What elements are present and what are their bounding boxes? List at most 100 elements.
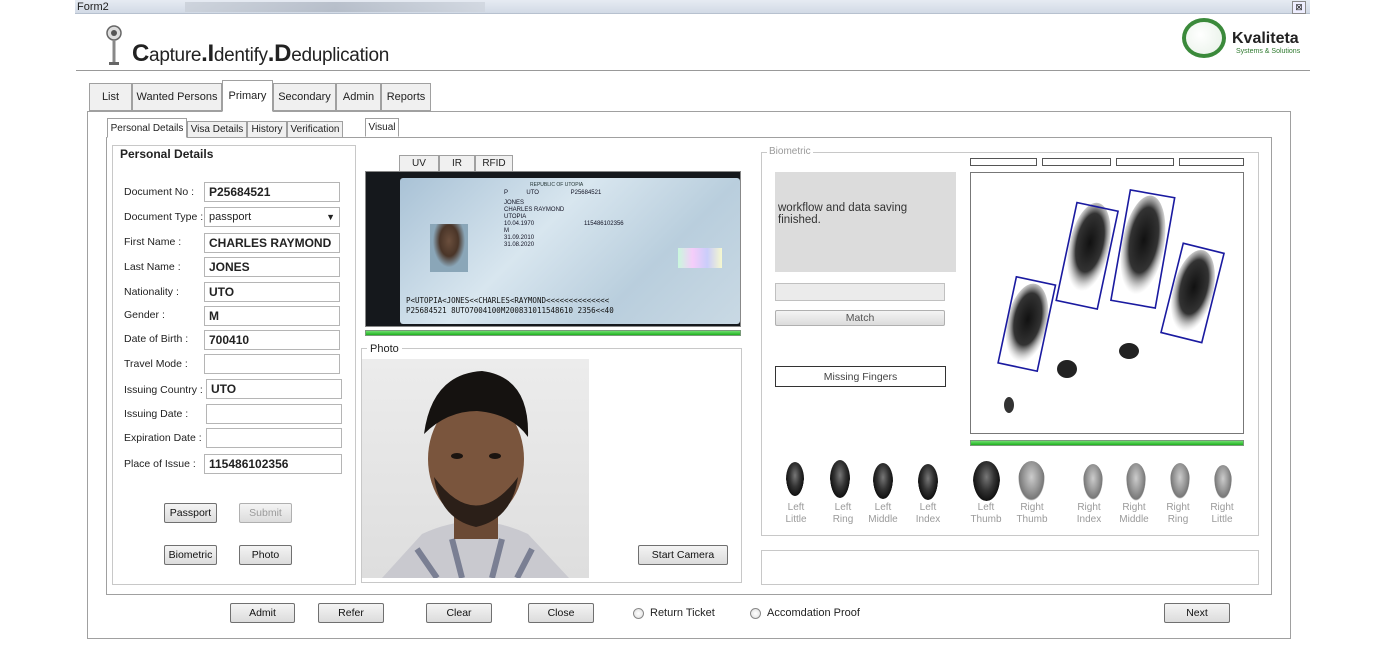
label-issuing-date: Issuing Date : [124, 408, 189, 420]
start-camera-button[interactable]: Start Camera [638, 545, 728, 565]
label-document-type: Document Type : [124, 211, 204, 223]
clear-button[interactable]: Clear [426, 603, 492, 623]
tab-secondary[interactable]: Secondary [273, 83, 336, 111]
right-index-fingerprint-icon[interactable] [1083, 464, 1103, 500]
tab-list[interactable]: List [89, 83, 132, 111]
accomodation-proof-label[interactable]: Accomdation Proof [767, 607, 860, 619]
title-bar-blur [185, 2, 485, 12]
travel-mode-field[interactable] [204, 354, 340, 374]
finger-label-right-ring: Right Ring [1166, 502, 1190, 525]
passport-data-block: P UTO P25684521 JONES CHARLES RAYMOND UT… [504, 190, 624, 248]
passport-button[interactable]: Passport [164, 503, 217, 523]
person-portrait [382, 371, 569, 580]
match-result-field[interactable] [775, 283, 945, 301]
finger-label-right-middle: Right Middle [1119, 502, 1149, 525]
right-little-fingerprint-icon[interactable] [1214, 465, 1232, 499]
passport-page: REPUBLIC OF UTOPIA P UTO P25684521 JONES… [400, 178, 740, 324]
tab-primary[interactable]: Primary [222, 80, 273, 112]
mrz-lines: P<UTOPIA<JONES<<CHARLES<RAYMOND<<<<<<<<<… [406, 296, 614, 315]
place-of-issue-field[interactable]: 115486102356 [204, 454, 342, 474]
window-title: Form2 [77, 1, 109, 13]
left-thumb-fingerprint-icon[interactable] [973, 461, 1000, 501]
left-little-fingerprint-icon[interactable] [786, 462, 804, 496]
expiration-date-field[interactable] [206, 428, 342, 448]
issuing-country-field[interactable]: UTO [206, 379, 342, 399]
tab-personal-details[interactable]: Personal Details [107, 118, 187, 138]
document-no-field[interactable]: P25684521 [204, 182, 340, 202]
document-type-select[interactable]: passport ▼ [204, 207, 340, 227]
window-title-bar: Form2 ⊠ [75, 0, 1310, 14]
submit-button[interactable]: Submit [239, 503, 292, 523]
photo-button[interactable]: Photo [239, 545, 292, 565]
return-ticket-radio[interactable] [633, 608, 644, 619]
document-type-value: passport [209, 211, 252, 223]
company-logo-sub: Systems & Solutions [1236, 48, 1301, 55]
right-thumb-fingerprint-icon[interactable] [1018, 461, 1045, 501]
left-index-fingerprint-icon[interactable] [918, 464, 938, 500]
left-middle-fingerprint-icon[interactable] [873, 463, 893, 499]
tab-ir[interactable]: IR [439, 155, 475, 172]
refer-button[interactable]: Refer [318, 603, 384, 623]
finger-label-left-thumb: Left Thumb [970, 502, 1002, 525]
finger-label-right-thumb: Right Thumb [1016, 502, 1048, 525]
nationality-field[interactable]: UTO [204, 282, 340, 302]
passport-scan-image: REPUBLIC OF UTOPIA P UTO P25684521 JONES… [365, 171, 741, 327]
photo-legend: Photo [367, 343, 402, 355]
tab-rfid[interactable]: RFID [475, 155, 513, 172]
company-logo-icon [1182, 18, 1226, 58]
close-button[interactable]: Close [528, 603, 594, 623]
finger-label-left-little: Left Little [785, 502, 807, 525]
tab-wanted-persons[interactable]: Wanted Persons [132, 83, 222, 111]
passport-header: REPUBLIC OF UTOPIA [530, 182, 584, 188]
match-button[interactable]: Match [775, 310, 945, 326]
tab-verification[interactable]: Verification [287, 121, 343, 138]
label-gender: Gender : [124, 309, 165, 321]
right-middle-fingerprint-icon[interactable] [1126, 463, 1146, 501]
accomodation-proof-radio[interactable] [750, 608, 761, 619]
last-name-field[interactable]: JONES [204, 257, 340, 277]
hologram [678, 248, 722, 268]
next-button[interactable]: Next [1164, 603, 1230, 623]
close-icon[interactable]: ⊠ [1292, 1, 1306, 14]
tab-history[interactable]: History [247, 121, 287, 138]
finger-label-left-middle: Left Middle [868, 502, 898, 525]
segment-indicator-3 [1116, 158, 1174, 166]
first-name-field[interactable]: CHARLES RAYMOND [204, 233, 340, 253]
gender-field[interactable]: M [204, 306, 340, 326]
tab-visual[interactable]: Visual [365, 118, 399, 137]
fingerprint-capture-view [970, 172, 1244, 434]
left-ring-fingerprint-icon[interactable] [830, 460, 850, 498]
fingerprint-slap-image [997, 189, 1225, 413]
biometric-status-box: workflow and data saving finished. [775, 172, 956, 272]
label-date-of-birth: Date of Birth : [124, 333, 189, 345]
date-of-birth-field[interactable]: 700410 [204, 330, 340, 350]
tab-uv[interactable]: UV [399, 155, 439, 172]
missing-fingers-button[interactable]: Missing Fingers [775, 366, 946, 387]
biometric-button[interactable]: Biometric [164, 545, 217, 565]
fingerprint-progress-bar [970, 440, 1244, 446]
return-ticket-label[interactable]: Return Ticket [650, 607, 715, 619]
finger-label-right-index: Right Index [1076, 502, 1102, 525]
segment-indicator-4 [1179, 158, 1244, 166]
company-logo-name: Kvaliteta [1232, 30, 1299, 47]
tab-visa-details[interactable]: Visa Details [187, 121, 247, 138]
finger-label-left-ring: Left Ring [832, 502, 854, 525]
passport-photo-thumb [430, 224, 468, 272]
admit-button[interactable]: Admit [230, 603, 295, 623]
tab-reports[interactable]: Reports [381, 83, 431, 111]
label-first-name: First Name : [124, 236, 182, 248]
biometric-legend: Biometric [767, 146, 813, 157]
finger-label-right-little: Right Little [1210, 502, 1234, 525]
label-last-name: Last Name : [124, 261, 181, 273]
microphone-logo-icon [106, 25, 122, 65]
issuing-date-field[interactable] [206, 404, 342, 424]
label-document-no: Document No : [124, 186, 195, 198]
person-photo [362, 359, 589, 580]
label-place-of-issue: Place of Issue : [124, 458, 196, 470]
label-expiration-date: Expiration Date : [124, 432, 202, 444]
label-nationality: Nationality : [124, 286, 179, 298]
right-ring-fingerprint-icon[interactable] [1170, 463, 1190, 499]
tab-admin[interactable]: Admin [336, 83, 381, 111]
chevron-down-icon: ▼ [326, 212, 335, 222]
segment-indicator-2 [1042, 158, 1111, 166]
